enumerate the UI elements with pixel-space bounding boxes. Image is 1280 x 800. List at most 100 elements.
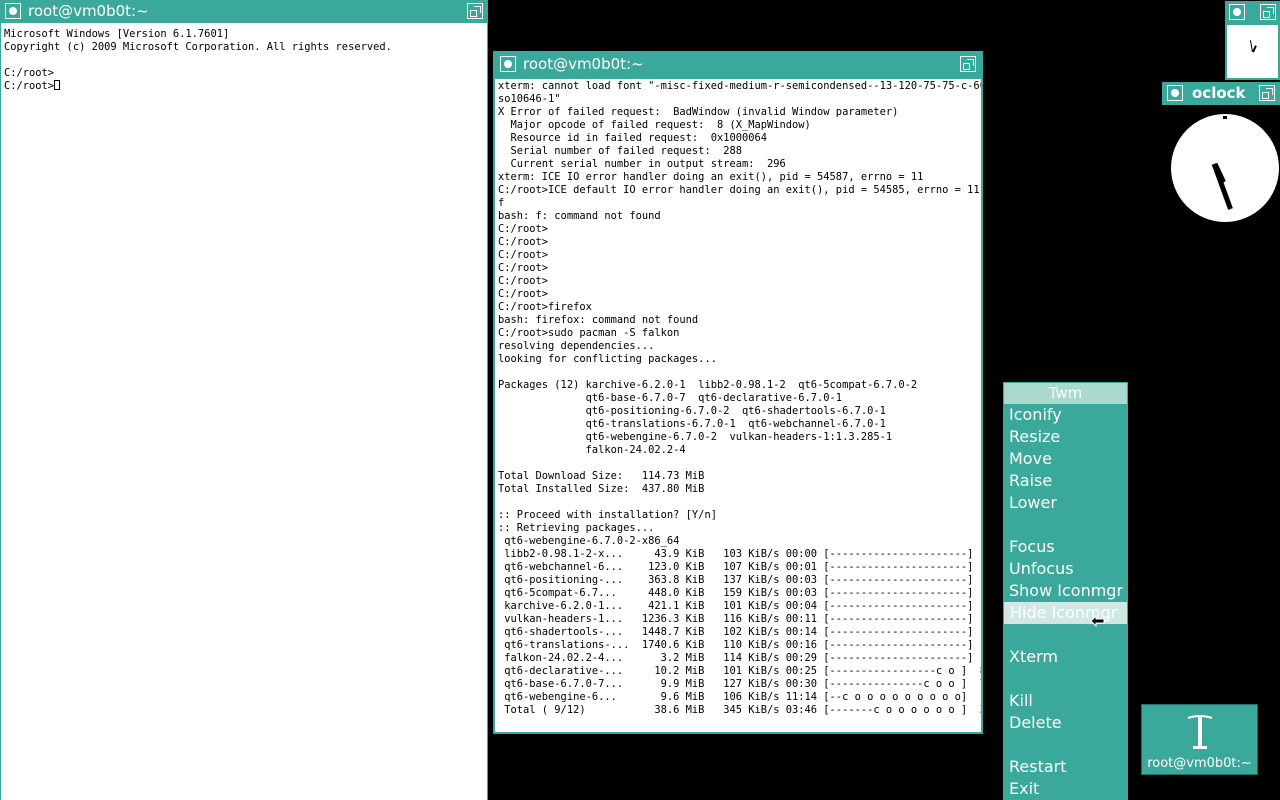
terminal-line-text: xterm: ICE IO error handler doing an exi…: [498, 171, 924, 183]
terminal-line-text: Total ( 9/12) 38.6 MiB 345 KiB/s 03:46 […: [498, 704, 981, 716]
menu-item-unfocus[interactable]: Unfocus: [1003, 558, 1128, 580]
terminal-line: qt6-5compat-6.7... 448.0 KiB 159 KiB/s 0…: [498, 587, 981, 600]
menu-item-focus[interactable]: Focus: [1003, 536, 1128, 558]
mouse-pointer-icon: [1090, 612, 1105, 628]
terminal-line-text: karchive-6.2.0-1... 421.1 KiB 101 KiB/s …: [498, 600, 981, 612]
terminal-line-text: Total Installed Size: 437.80 MiB: [498, 483, 705, 495]
terminal-line: qt6-webengine-6.7.0-2-x86_64: [498, 535, 978, 548]
terminal-line: Current serial number in output stream: …: [498, 158, 978, 171]
terminal-line: bash: f: command not found: [498, 210, 978, 223]
cmd-terminal[interactable]: Microsoft Windows [Version 6.1.7601] Copy…: [1, 23, 487, 800]
terminal-line-text: C:/root>: [4, 80, 55, 92]
xterm-icon-label: root@vm0b0t:~: [1147, 756, 1252, 771]
resize-icon[interactable]: [1260, 4, 1276, 20]
resize-icon[interactable]: [467, 3, 483, 19]
terminal-line: Total Installed Size: 437.80 MiB: [498, 483, 978, 496]
terminal-line: C:/root>: [498, 236, 978, 249]
twm-menu[interactable]: Twm Iconify Resize Move Raise Lower Focus Unfo…: [1003, 382, 1128, 800]
terminal-line-text: qt6-webengine-6... 9.6 MiB 106 KiB/s 11:…: [498, 691, 981, 703]
small-clock-face-bg: [1227, 25, 1278, 78]
terminal-line-text: qt6-webengine-6.7.0-2 vulkan-headers-1:1…: [498, 431, 893, 443]
terminal-line-text: C:/root>ICE default IO error handler doi…: [498, 184, 980, 196]
terminal-line: C:/root>: [498, 223, 978, 236]
terminal-line: Packages (12) karchive-6.2.0-1 libb2-0.9…: [498, 379, 978, 392]
terminal-line: xterm: cannot load font "-misc-fixed-med…: [498, 80, 981, 93]
terminal-line: falkon-24.02.2-4: [498, 444, 978, 457]
menu-item-raise[interactable]: Raise: [1003, 470, 1128, 492]
terminal-line: Serial number of failed request: 288: [498, 145, 978, 158]
terminal-line: karchive-6.2.0-1... 421.1 KiB 101 KiB/s …: [498, 600, 981, 613]
iconify-icon[interactable]: [1167, 85, 1183, 101]
terminal-line: libb2-0.98.1-2-x... 43.9 KiB 103 KiB/s 0…: [498, 548, 981, 561]
cmd-window-titlebar[interactable]: root@vm0b0t:~: [0, 0, 488, 23]
terminal-line: qt6-translations-... 1740.6 KiB 110 KiB/…: [498, 639, 981, 652]
terminal-line: C:/root>: [4, 67, 484, 80]
terminal-line: qt6-declarative-... 10.2 MiB 101 KiB/s 0…: [498, 665, 981, 678]
terminal-line-text: C:/root>: [498, 249, 549, 261]
terminal-line: qt6-base-6.7.0-7... 9.9 MiB 127 KiB/s 00…: [498, 678, 981, 691]
terminal-line: resolving dependencies...: [498, 340, 978, 353]
terminal-line-text: qt6-positioning-... 363.8 KiB 137 KiB/s …: [498, 574, 981, 586]
menu-item-restart[interactable]: Restart: [1003, 756, 1128, 778]
terminal-line-text: so10646-1": [498, 93, 561, 105]
oclock-minute-hand: [1211, 163, 1233, 210]
terminal-line-text: looking for conflicting packages...: [498, 353, 717, 365]
terminal-line-text: C:/root>: [498, 236, 549, 248]
terminal-line-text: qt6-translations-6.7.0-1 qt6-webchannel-…: [498, 418, 886, 430]
terminal-line: f: [498, 197, 978, 210]
cmd-window[interactable]: root@vm0b0t:~ Microsoft Windows [Version…: [0, 0, 488, 800]
terminal-line-text: C:/root>firefox: [498, 301, 592, 313]
terminal-line: C:/root>: [498, 288, 978, 301]
terminal-line-text: Major opcode of failed request: 8 (X_Map…: [498, 119, 811, 131]
resize-icon[interactable]: [1259, 85, 1275, 101]
terminal-line-text: Total Download Size: 114.73 MiB: [498, 470, 705, 482]
menu-item-move[interactable]: Move: [1003, 448, 1128, 470]
menu-separator: [1003, 624, 1128, 646]
menu-item-resize[interactable]: Resize: [1003, 426, 1128, 448]
terminal-line-text: C:/root>: [4, 67, 55, 79]
menu-item-delete[interactable]: Delete: [1003, 712, 1128, 734]
iconify-icon[interactable]: [5, 3, 21, 19]
terminal-line-text: bash: f: command not found: [498, 210, 661, 222]
menu-separator: [1003, 668, 1128, 690]
small-clock-minute-hand: [1252, 45, 1257, 53]
xterm-terminal[interactable]: xterm: cannot load font "-misc-fixed-med…: [495, 79, 981, 732]
resize-icon[interactable]: [960, 56, 976, 72]
iconify-icon[interactable]: [1229, 4, 1245, 20]
menu-separator: [1003, 514, 1128, 536]
small-clock-titlebar[interactable]: [1225, 1, 1280, 23]
terminal-line: qt6-translations-6.7.0-1 qt6-webchannel-…: [498, 418, 978, 431]
iconify-icon[interactable]: [500, 56, 516, 72]
menu-item-lower[interactable]: Lower: [1003, 492, 1128, 514]
terminal-line: C:/root>: [498, 249, 978, 262]
menu-item-xterm[interactable]: Xterm: [1003, 646, 1128, 668]
menu-item-show-iconmgr[interactable]: Show Iconmgr: [1003, 580, 1128, 602]
menu-item-iconify[interactable]: Iconify: [1003, 404, 1128, 426]
menu-item-kill[interactable]: Kill: [1003, 690, 1128, 712]
xterm-window-titlebar[interactable]: root@vm0b0t:~: [495, 53, 981, 76]
oclock-titlebar[interactable]: oclock: [1162, 82, 1280, 105]
terminal-line: qt6-webchannel-6... 123.0 KiB 107 KiB/s …: [498, 561, 981, 574]
terminal-line: qt6-base-6.7.0-7 qt6-declarative-6.7.0-1: [498, 392, 978, 405]
terminal-line-text: qt6-shadertools-... 1448.7 KiB 102 KiB/s…: [498, 626, 981, 638]
terminal-line-text: :: Retrieving packages...: [498, 522, 655, 534]
terminal-line-text: xterm: cannot load font "-misc-fixed-med…: [498, 80, 981, 92]
terminal-line: qt6-shadertools-... 1448.7 KiB 102 KiB/s…: [498, 626, 981, 639]
menu-item-exit[interactable]: Exit: [1003, 778, 1128, 800]
terminal-line-text: qt6-translations-... 1740.6 KiB 110 KiB/…: [498, 639, 981, 651]
terminal-line: Major opcode of failed request: 8 (X_Map…: [498, 119, 978, 132]
small-clock-window[interactable]: [1225, 1, 1280, 80]
text-cursor: [54, 80, 61, 90]
terminal-line-text: resolving dependencies...: [498, 340, 655, 352]
menu-item-hide-iconmgr[interactable]: Hide Iconmgr: [1004, 602, 1127, 624]
terminal-line-text: qt6-webchannel-6... 123.0 KiB 107 KiB/s …: [498, 561, 981, 573]
terminal-line-text: f: [498, 197, 505, 209]
oclock-window[interactable]: oclock: [1162, 82, 1280, 227]
terminal-line: C:/root>sudo pacman -S falkon: [498, 327, 978, 340]
oclock-title: oclock: [1192, 84, 1246, 102]
xterm-window[interactable]: root@vm0b0t:~ xterm: cannot load font "-…: [493, 51, 983, 734]
xterm-desktop-icon[interactable]: root@vm0b0t:~: [1141, 704, 1258, 775]
terminal-line: Microsoft Windows [Version 6.1.7601]: [4, 28, 484, 41]
